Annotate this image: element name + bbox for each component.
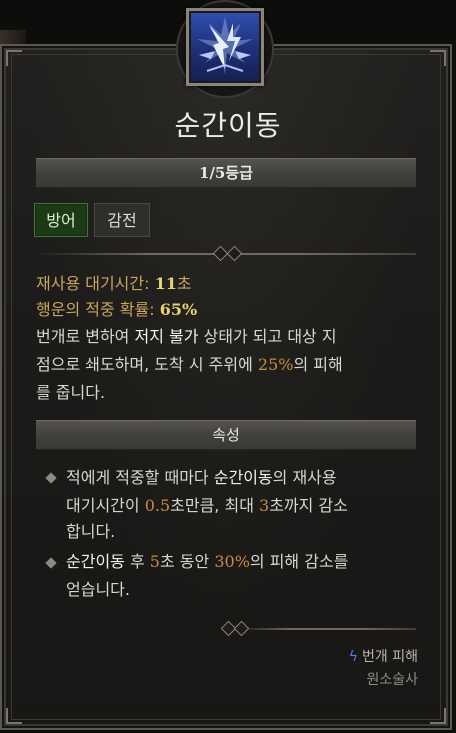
attr-keyword: 순간이동 (66, 552, 125, 571)
frame-corner (430, 50, 446, 66)
attr-keyword: 순간이동 (213, 468, 273, 487)
tag-defense[interactable]: 방어 (34, 203, 88, 237)
description-line-1: 번개로 변하여 저지 불가 상태가 되고 대상 지 (36, 325, 420, 348)
description-line-3: 를 줍니다. (36, 383, 106, 402)
attr-text: 초까지 감소 (269, 496, 348, 515)
attr-value: 0.5 (144, 496, 171, 515)
tag-shock[interactable]: 감전 (94, 203, 150, 237)
damage-type-line: ϟ 번개 피해 (349, 646, 418, 666)
background-edge (0, 30, 26, 44)
attr-value: 30% (214, 552, 250, 571)
class-name: 원소술사 (366, 672, 418, 688)
attribute-1-line-3: 합니다. (66, 522, 116, 541)
attr-text: 후 (124, 552, 150, 571)
description-line-2: 점으로 쇄도하며, 도착 시 주위에 25%의 피해 (36, 353, 420, 376)
teleport-skill-icon (186, 8, 264, 86)
attribute-1-line-2: 대기시간이 0.5초만큼, 최대 3초까지 감소 (66, 494, 426, 517)
luck-value: 65% (159, 300, 198, 319)
desc-damage-value: 25% (257, 355, 294, 374)
cooldown-value: 11 (154, 274, 177, 293)
cooldown-label: 재사용 대기시간: (36, 274, 150, 293)
attributes-header: 속성 (36, 420, 416, 450)
cooldown-line: 재사용 대기시간: 11초 (36, 272, 420, 295)
attr-text: 초만큼, 최대 (170, 496, 259, 515)
luck-label: 행운의 적중 확률: (36, 300, 155, 319)
luck-line: 행운의 적중 확률: 65% (36, 298, 420, 321)
cooldown-unit: 초 (176, 274, 192, 293)
attribute-2-line-1: 순간이동 후 5초 동안 30%의 피해 감소를 (66, 550, 426, 573)
attr-text: 의 재사용 (272, 468, 337, 487)
attribute-1-line-1: 적에게 적중할 때마다 순간이동의 재사용 (66, 466, 426, 489)
lightning-bolt-icon: ϟ (348, 649, 359, 665)
rank-bar: 1/5등급 (36, 158, 416, 188)
desc-text: 상태가 되고 대상 지 (198, 327, 337, 346)
frame-corner (6, 708, 22, 724)
frame-corner (430, 708, 446, 724)
attr-value: 3 (259, 496, 270, 515)
attribute-2-line-2: 얻습니다. (66, 580, 130, 599)
attr-text: 초 동안 (159, 552, 215, 571)
desc-text: 의 피해 (293, 355, 343, 374)
attr-value: 5 (149, 552, 160, 571)
desc-text: 점으로 쇄도하며, 도착 시 주위에 (36, 355, 258, 374)
attr-text: 대기시간이 (66, 496, 145, 515)
footer-divider (236, 628, 416, 630)
desc-keyword-unstoppable: 저지 불가 (134, 327, 199, 346)
damage-type: 번개 피해 (362, 649, 418, 665)
attr-text: 적에게 적중할 때마다 (66, 468, 214, 487)
desc-text: 번개로 변하여 (36, 327, 135, 346)
lightning-burst-icon (197, 17, 253, 75)
frame-corner (6, 50, 22, 66)
attr-text: 의 피해 감소를 (249, 552, 349, 571)
skill-name: 순간이동 (174, 109, 282, 142)
